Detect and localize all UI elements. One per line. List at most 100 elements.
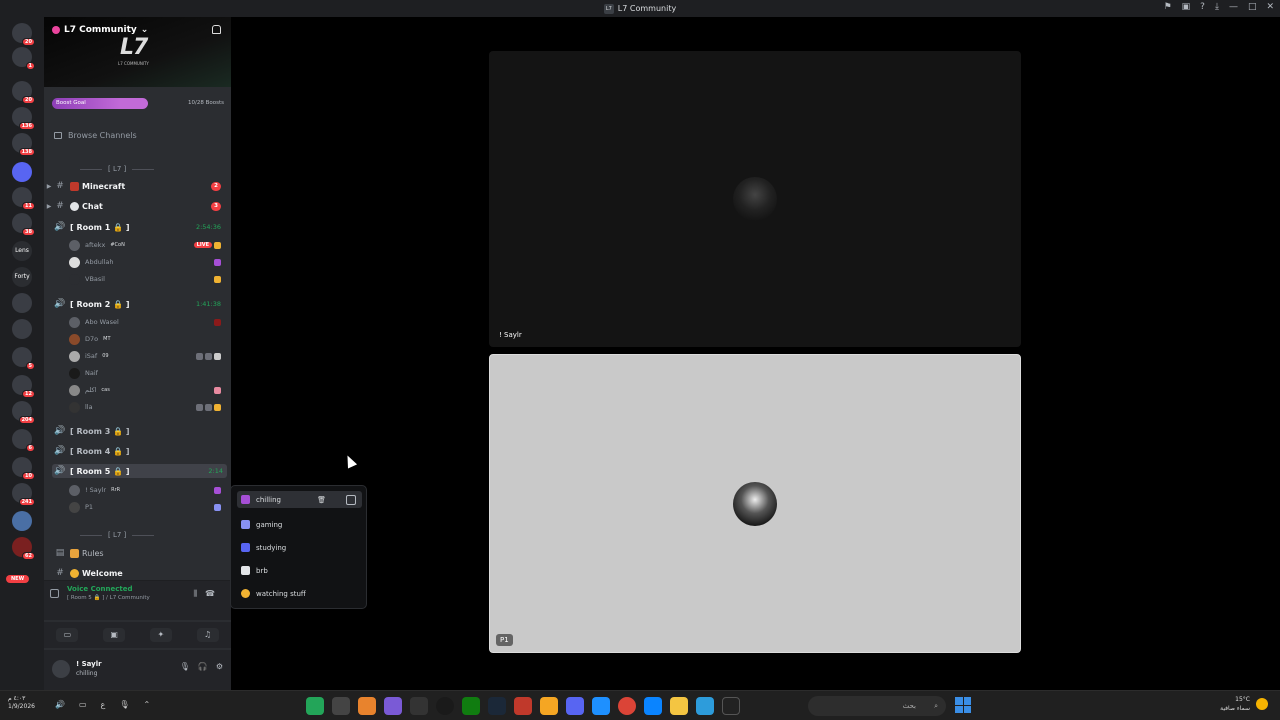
server-icon[interactable]: 1 xyxy=(12,47,35,70)
voice-channel-room-2[interactable]: 🔊 [ Room 2 🔒 ] 1:41:38 xyxy=(44,297,231,311)
activities-icon[interactable]: ✦ xyxy=(149,628,172,642)
server-icon[interactable]: 138 xyxy=(12,133,35,156)
inbox-icon[interactable]: ⚑ xyxy=(1164,2,1172,12)
avatar[interactable] xyxy=(52,660,70,678)
participant-tile[interactable]: P1 xyxy=(489,354,1021,653)
edge-icon[interactable] xyxy=(644,697,662,715)
voice-user[interactable]: lla xyxy=(69,399,229,415)
server-icon-lens[interactable]: Lens xyxy=(12,241,32,261)
gear-icon[interactable]: ⚙ xyxy=(216,662,223,671)
server-icon[interactable]: 38 xyxy=(12,213,35,236)
chrome-icon[interactable] xyxy=(618,697,636,715)
discord-icon[interactable] xyxy=(566,697,584,715)
app-icon[interactable] xyxy=(722,697,740,715)
voice-channel-room-1[interactable]: 🔊 [ Room 1 🔒 ] 2:54:36 xyxy=(44,220,231,234)
voice-user[interactable]: Naif xyxy=(69,365,229,381)
voice-user[interactable]: VBasil xyxy=(69,271,229,287)
signal-icon[interactable] xyxy=(50,589,59,598)
channel-chat[interactable]: ▶ # Chat 3 xyxy=(44,199,231,213)
capcut-icon[interactable] xyxy=(410,697,428,715)
server-icon[interactable]: 6 xyxy=(12,429,35,452)
status-option-chilling[interactable]: chilling 🗑 xyxy=(237,491,362,508)
app-icon[interactable] xyxy=(384,697,402,715)
app-icon[interactable] xyxy=(358,697,376,715)
xbox-icon[interactable] xyxy=(462,697,480,715)
folder-icon[interactable] xyxy=(12,162,32,182)
app-icon[interactable] xyxy=(306,697,324,715)
server-icon[interactable]: 11 xyxy=(12,187,35,210)
voice-channel-room-5[interactable]: 🔊 [ Room 5 🔒 ] 2:14 xyxy=(52,464,227,478)
participant-tile[interactable]: ! Saylr xyxy=(489,51,1021,347)
channel-welcome[interactable]: # Welcome xyxy=(44,566,231,580)
maximize-button[interactable]: □ xyxy=(1248,2,1257,12)
server-icon[interactable]: 12 xyxy=(12,375,35,398)
noise-suppression-icon[interactable]: ⫼ xyxy=(193,589,197,599)
invite-icon[interactable] xyxy=(212,25,221,34)
steam-icon[interactable] xyxy=(488,697,506,715)
server-icon[interactable] xyxy=(12,293,32,313)
soundboard-icon[interactable]: ♫ xyxy=(196,628,219,642)
server-icon[interactable] xyxy=(12,319,32,339)
status-option-brb[interactable]: brb xyxy=(237,562,362,579)
voice-user[interactable]: iSaf 09 xyxy=(69,348,229,364)
app-icon[interactable] xyxy=(592,697,610,715)
search-box[interactable]: بحث ⌕ xyxy=(808,696,946,716)
server-header[interactable]: L7 Community ⌄ xyxy=(52,25,148,35)
volume-icon[interactable]: 🔊 xyxy=(55,700,65,709)
voice-location[interactable]: [ Room 5 🔒 ] / L7 Community xyxy=(67,595,150,601)
server-icon[interactable]: 20 xyxy=(12,81,35,104)
microphone-icon[interactable]: 🎙 xyxy=(119,700,129,709)
voice-user[interactable]: aftekx #CoN LIVE xyxy=(69,237,229,253)
server-icon[interactable]: 241 xyxy=(12,483,35,506)
close-button[interactable]: ✕ xyxy=(1266,2,1274,12)
server-icon[interactable]: 136 xyxy=(12,107,35,130)
server-icon[interactable]: 62 xyxy=(12,537,35,560)
server-icon[interactable]: 5 xyxy=(12,347,35,370)
voice-channel-room-4[interactable]: 🔊 [ Room 4 🔒 ] xyxy=(44,444,231,458)
chevron-up-icon[interactable]: ⌃ xyxy=(143,700,150,709)
status-option-watching-stuff[interactable]: watching stuff xyxy=(237,585,362,602)
voice-channel-room-3[interactable]: 🔊 [ Room 3 🔒 ] xyxy=(44,424,231,438)
clock[interactable]: ٤:٠٣ م 1/9/2026 xyxy=(8,695,35,711)
server-icon[interactable]: 204 xyxy=(12,401,35,424)
boost-goal[interactable]: Boost Goal 10/28 Boosts xyxy=(52,97,224,109)
app-icon[interactable] xyxy=(696,697,714,715)
voice-user[interactable]: D7o MT xyxy=(69,331,229,347)
server-icon[interactable] xyxy=(12,511,32,531)
status-option-gaming[interactable]: gaming xyxy=(237,516,362,533)
voice-user[interactable]: اكلم cas xyxy=(69,382,229,398)
app-icon[interactable] xyxy=(436,697,454,715)
status-option-studying[interactable]: studying xyxy=(237,539,362,556)
download-icon[interactable]: ⤓ xyxy=(1215,2,1219,12)
help-icon[interactable]: ? xyxy=(1200,2,1205,12)
category-header[interactable]: [ L7 ] xyxy=(80,531,155,539)
weather-widget[interactable]: 15°C سماء صافية xyxy=(1220,695,1250,713)
app-icon[interactable] xyxy=(332,697,350,715)
server-icon[interactable]: 20 xyxy=(12,23,35,46)
server-icon[interactable]: 10 xyxy=(12,457,35,480)
channel-minecraft[interactable]: ▶ # Minecraft 2 xyxy=(44,179,231,193)
user-panel-name[interactable]: ! Saylr xyxy=(76,660,102,668)
windows-start-icon[interactable] xyxy=(955,697,971,713)
server-icon-forty[interactable]: Forty xyxy=(12,267,32,287)
screen-icon[interactable]: ▣ xyxy=(1182,2,1191,12)
voice-user[interactable]: ! Saylr RrR xyxy=(69,482,229,498)
server-banner[interactable]: L7 Community ⌄ L7 L7 COMMUNITY xyxy=(44,17,231,87)
folder-icon[interactable] xyxy=(670,697,688,715)
minimize-button[interactable]: — xyxy=(1229,2,1238,12)
category-header[interactable]: [ L7 ] xyxy=(80,165,155,173)
screen-share-icon[interactable]: ▣ xyxy=(103,628,126,642)
headphones-icon[interactable]: 🎧 xyxy=(198,662,208,671)
app-icon[interactable] xyxy=(514,697,532,715)
disconnect-icon[interactable]: ☎ xyxy=(205,589,215,598)
voice-user[interactable]: Abo Wasel xyxy=(69,314,229,330)
channel-rules[interactable]: ▤ Rules xyxy=(44,546,231,560)
camera-icon[interactable]: ▭ xyxy=(56,628,79,642)
browse-channels[interactable]: Browse Channels xyxy=(54,131,137,140)
app-icon[interactable] xyxy=(540,697,558,715)
language-icon[interactable]: ع xyxy=(101,700,106,709)
voice-user[interactable]: P1 xyxy=(69,499,229,515)
network-icon[interactable]: ▭ xyxy=(79,700,87,709)
trash-icon[interactable]: 🗑 xyxy=(317,496,326,504)
microphone-icon[interactable]: 🎙 xyxy=(180,662,190,671)
